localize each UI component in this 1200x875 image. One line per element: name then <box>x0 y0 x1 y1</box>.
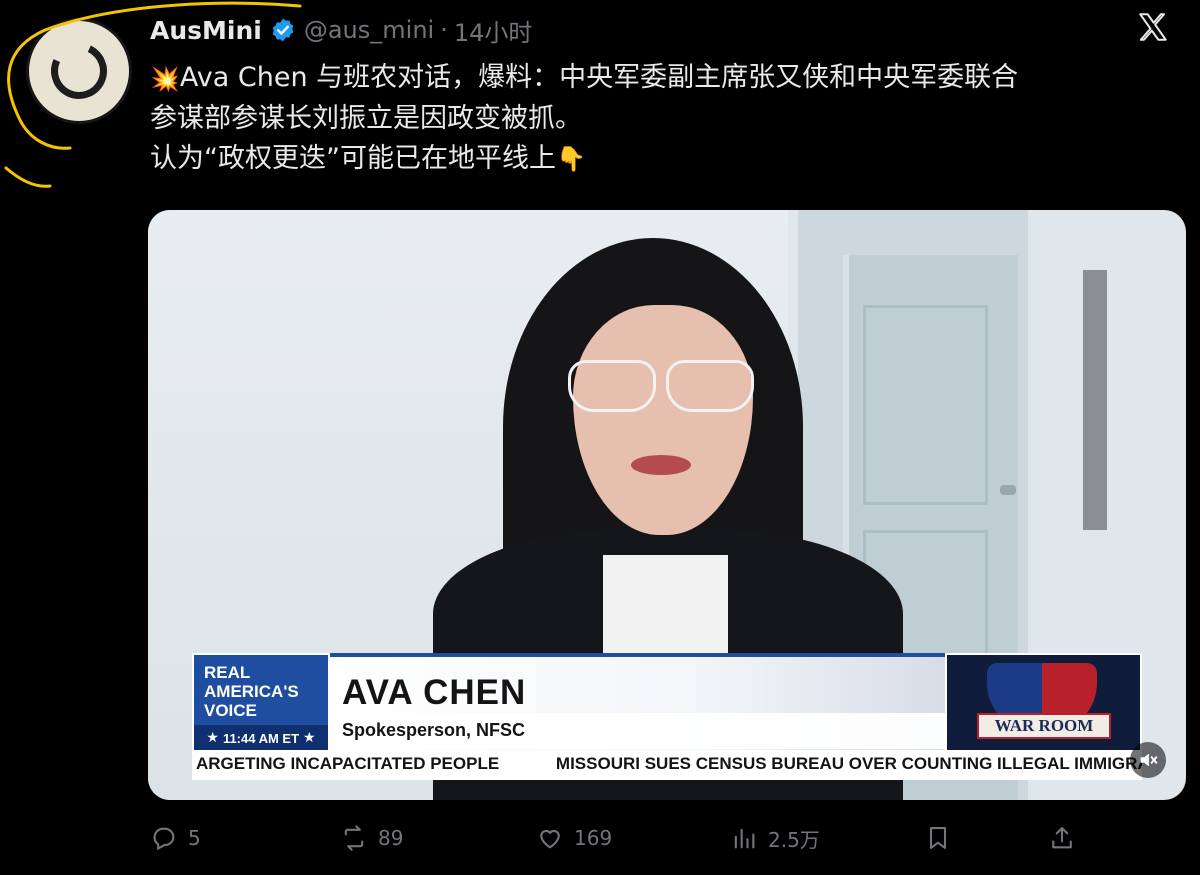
avatar-ring-logo <box>43 35 115 107</box>
tweet-action-bar: 5 89 169 2.5万 <box>150 818 1190 858</box>
star-icon: ★ <box>206 730 219 746</box>
mute-icon <box>1140 753 1158 767</box>
network-logo-line1: REAL <box>204 663 251 682</box>
ticker-item: MISSOURI SUES CENSUS BUREAU OVER COUNTIN… <box>555 754 1142 773</box>
video-door-knob <box>1000 485 1016 495</box>
tweet-text-line-3: 认为“政权更迭”可能已在地平线上👇 <box>150 139 1190 180</box>
bookmark-icon <box>929 827 947 849</box>
video-glasses <box>568 360 656 412</box>
show-logo-label: WAR ROOM <box>994 716 1094 735</box>
views-count: 2.5万 <box>768 827 820 852</box>
star-icon: ★ <box>303 730 316 746</box>
ticker-item: ARGETING INCAPACITATED PEOPLE <box>196 754 500 773</box>
network-logo-line3: VOICE <box>204 701 257 720</box>
verified-badge-icon <box>272 18 294 42</box>
mute-button[interactable] <box>1130 742 1166 778</box>
network-logo: REAL AMERICA'S VOICE ★ 11:44 AM ET ★ <box>192 653 330 753</box>
reply-count: 5 <box>188 826 201 850</box>
share-button[interactable] <box>1048 818 1076 858</box>
repost-count: 89 <box>378 826 404 850</box>
guest-name-accent <box>330 653 945 657</box>
reply-button[interactable]: 5 <box>150 818 201 858</box>
tweet-text: 💥Ava Chen 与班农对话，爆料：中央军委副主席张又侠和中央军委联合 参谋部… <box>150 58 1190 179</box>
tweet-header: AusMini @aus_mini · 14小时 <box>150 12 532 48</box>
show-logo-label-box: WAR ROOM <box>977 713 1111 739</box>
guest-name: AVA CHEN <box>342 673 527 712</box>
pointing-down-emoji: 👇 <box>555 145 586 173</box>
reply-icon <box>153 827 175 851</box>
video-picture-frame <box>1083 270 1107 530</box>
show-logo: WAR ROOM <box>945 653 1142 753</box>
separator-dot: · <box>440 16 448 44</box>
lower-third: REAL AMERICA'S VOICE ★ 11:44 AM ET ★ AVA… <box>192 653 1142 753</box>
tweet-text-line-2: 参谋部参谋长刘振立是因政变被抓。 <box>150 102 582 134</box>
video-glasses <box>666 360 754 412</box>
news-ticker: ARGETING INCAPACITATED PEOPLE MISSOURI S… <box>192 750 1142 780</box>
like-count: 169 <box>574 826 613 850</box>
ticker-text: ARGETING INCAPACITATED PEOPLE MISSOURI S… <box>196 754 1142 774</box>
heart-icon <box>540 829 560 849</box>
collision-emoji: 💥 <box>150 64 180 93</box>
x-logo-icon[interactable] <box>1136 10 1170 44</box>
views-button[interactable]: 2.5万 <box>730 818 820 858</box>
video-person-mouth <box>631 455 691 475</box>
broadcast-time-bar: ★ 11:44 AM ET ★ <box>194 725 328 751</box>
views-chart-icon <box>734 828 755 849</box>
ticker-separator <box>525 754 530 773</box>
avatar[interactable] <box>26 18 132 124</box>
display-name[interactable]: AusMini <box>150 16 262 45</box>
video-player[interactable]: REAL AMERICA'S VOICE ★ 11:44 AM ET ★ AVA… <box>148 210 1186 800</box>
broadcast-time: 11:44 AM ET <box>222 730 300 746</box>
like-button[interactable]: 169 <box>536 818 612 858</box>
repost-button[interactable]: 89 <box>340 818 403 858</box>
network-logo-line2: AMERICA'S <box>204 682 299 701</box>
tweet-text-line-1: 💥Ava Chen 与班农对话，爆料：中央军委副主席张又侠和中央军委联合 <box>150 58 1190 99</box>
handle[interactable]: @aus_mini <box>304 16 434 44</box>
video-door-panel <box>863 305 988 505</box>
repost-icon <box>344 825 364 851</box>
guest-title: Spokesperson, NFSC <box>342 720 526 740</box>
timestamp[interactable]: 14小时 <box>454 13 533 48</box>
bookmark-button[interactable] <box>924 818 952 858</box>
share-icon <box>1052 827 1072 849</box>
